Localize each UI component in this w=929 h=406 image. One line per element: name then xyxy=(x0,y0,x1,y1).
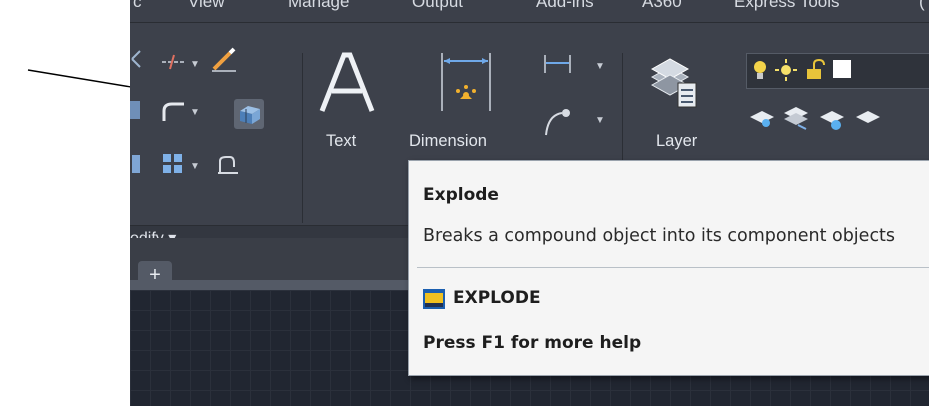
array-icon[interactable] xyxy=(162,153,184,175)
layer-tool-label[interactable]: Layer xyxy=(656,132,697,151)
tooltip-help-hint: Press F1 for more help xyxy=(423,333,642,353)
leader-icon[interactable] xyxy=(540,105,580,139)
layer-properties-icon[interactable] xyxy=(648,53,700,113)
command-window-icon xyxy=(423,289,445,309)
chevron-down-icon[interactable]: ▼ xyxy=(595,61,605,72)
menu-bar: c View Manage Output Add-ins A360 Expres… xyxy=(130,0,929,23)
chevron-down-icon[interactable]: ▼ xyxy=(595,115,605,126)
layer-off-icon[interactable] xyxy=(854,107,884,131)
panel-separator xyxy=(302,53,303,223)
copy-icon[interactable] xyxy=(130,97,144,123)
explode-button[interactable] xyxy=(234,99,264,129)
layer-match-icon[interactable] xyxy=(782,105,810,131)
menu-item-addins[interactable]: Add-ins xyxy=(536,0,594,12)
move-icon[interactable] xyxy=(130,47,144,71)
layer-state-icon[interactable] xyxy=(748,107,776,131)
unlock-icon[interactable] xyxy=(805,59,827,81)
lightbulb-icon[interactable] xyxy=(751,58,769,82)
erase-icon[interactable] xyxy=(210,45,238,73)
sun-icon[interactable] xyxy=(775,59,797,81)
menu-item-view[interactable]: View xyxy=(188,0,225,12)
tooltip-command-name: EXPLODE xyxy=(453,288,541,308)
layer-freeze-icon[interactable] xyxy=(818,107,848,133)
autocad-window: c View Manage Output Add-ins A360 Expres… xyxy=(130,0,929,406)
fillet-icon[interactable] xyxy=(160,101,186,123)
dimension-icon[interactable] xyxy=(430,49,502,119)
tooltip-divider xyxy=(417,267,929,268)
tooltip-description: Breaks a compound object into its compon… xyxy=(423,226,896,246)
menu-item-express-tools[interactable]: Express Tools xyxy=(734,0,840,12)
new-drawing-tab-button[interactable]: + xyxy=(138,261,172,289)
layer-dropdown[interactable] xyxy=(746,53,929,89)
menu-item-partial-last[interactable]: ( xyxy=(919,0,925,12)
menu-item-manage[interactable]: Manage xyxy=(288,0,349,12)
mirror-icon[interactable] xyxy=(130,151,144,177)
menu-item-output[interactable]: Output xyxy=(412,0,463,12)
trim-icon[interactable] xyxy=(160,53,186,71)
linear-dimension-icon[interactable] xyxy=(542,53,578,75)
chevron-down-icon[interactable]: ▼ xyxy=(190,161,200,172)
text-a-icon[interactable] xyxy=(316,49,376,119)
tooltip-title: Explode xyxy=(423,185,499,205)
color-swatch-icon[interactable] xyxy=(833,60,851,78)
chevron-down-icon[interactable]: ▼ xyxy=(190,107,200,118)
menu-item-a360[interactable]: A360 xyxy=(642,0,682,12)
menu-item-partial[interactable]: c xyxy=(133,0,142,12)
explode-icon xyxy=(240,106,260,124)
explode-tooltip: Explode Breaks a compound object into it… xyxy=(408,160,929,376)
dimension-tool-label[interactable]: Dimension xyxy=(409,132,487,151)
text-tool-label[interactable]: Text xyxy=(326,132,356,151)
offset-icon[interactable] xyxy=(216,153,240,177)
chevron-down-icon[interactable]: ▼ xyxy=(190,59,200,70)
